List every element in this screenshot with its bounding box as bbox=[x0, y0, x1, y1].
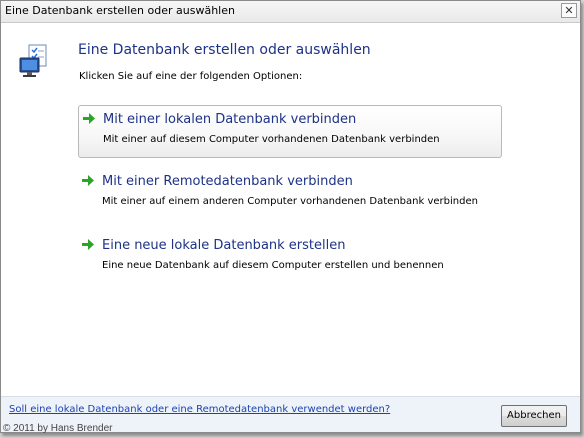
option-title: Mit einer Remotedatenbank verbinden bbox=[102, 174, 353, 189]
option-title: Eine neue lokale Datenbank erstellen bbox=[102, 238, 346, 253]
copyright-watermark: © 2011 by Hans Brender bbox=[3, 423, 113, 434]
green-arrow-icon bbox=[83, 113, 95, 124]
dialog-window: Eine Datenbank erstellen oder auswählen … bbox=[0, 0, 581, 433]
green-arrow-icon bbox=[82, 175, 94, 186]
option-title: Mit einer lokalen Datenbank verbinden bbox=[103, 112, 357, 127]
page-heading: Eine Datenbank erstellen oder auswählen bbox=[78, 42, 371, 58]
cancel-button[interactable]: Abbrechen bbox=[501, 405, 567, 427]
option-description: Mit einer auf diesem Computer vorhandene… bbox=[103, 134, 440, 145]
option-connect-local-database[interactable]: Mit einer lokalen Datenbank verbinden Mi… bbox=[78, 105, 502, 158]
window-title: Eine Datenbank erstellen oder auswählen bbox=[5, 4, 235, 17]
green-arrow-icon bbox=[82, 239, 94, 250]
help-link[interactable]: Soll eine lokale Datenbank oder eine Rem… bbox=[9, 404, 390, 415]
option-description: Mit einer auf einem anderen Computer vor… bbox=[102, 196, 478, 207]
database-computer-icon bbox=[19, 44, 47, 77]
option-create-local-database[interactable]: Eine neue lokale Datenbank erstellen Ein… bbox=[78, 232, 502, 285]
option-description: Eine neue Datenbank auf diesem Computer … bbox=[102, 260, 444, 271]
instruction-text: Klicken Sie auf eine der folgenden Optio… bbox=[79, 71, 303, 82]
option-connect-remote-database[interactable]: Mit einer Remotedatenbank verbinden Mit … bbox=[78, 168, 502, 221]
close-button[interactable]: ✕ bbox=[561, 3, 577, 18]
title-bar: Eine Datenbank erstellen oder auswählen … bbox=[1, 1, 580, 23]
